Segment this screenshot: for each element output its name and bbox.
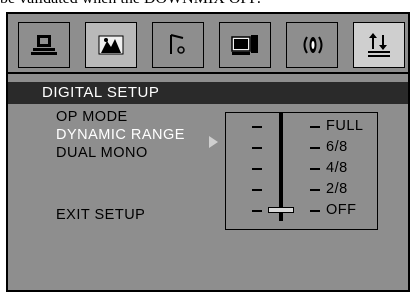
slider-knob[interactable] [268, 207, 294, 213]
level-marker [310, 210, 320, 212]
tab-digital-setup[interactable] [353, 22, 405, 68]
tab-speaker-setup[interactable] [286, 22, 338, 68]
speaker-setup-icon [303, 36, 323, 54]
audio-setup-icon [170, 34, 185, 54]
slider-tick [252, 210, 262, 212]
level-option-4-8[interactable]: 4/8 [326, 160, 348, 176]
slider-tick [252, 126, 262, 128]
video-setup-icon [98, 35, 124, 55]
level-marker [310, 126, 320, 128]
tab-general-setup[interactable] [18, 22, 70, 68]
tab-audio-setup[interactable] [152, 22, 204, 68]
tab-divider [8, 72, 408, 74]
slider-tick [252, 147, 262, 149]
level-marker [310, 147, 320, 149]
level-option-off[interactable]: OFF [326, 202, 357, 218]
level-option-6-8[interactable]: 6/8 [326, 139, 348, 155]
page-caption: be validated when the DOWNMIX OFF. [0, 0, 417, 8]
menu-item-exit-setup[interactable]: EXIT SETUP [56, 207, 145, 223]
tab-video-setup[interactable] [85, 22, 137, 68]
setup-tab-bar [18, 22, 405, 72]
general-setup-icon [31, 35, 57, 55]
menu-item-op-mode[interactable]: OP MODE [56, 109, 128, 125]
page-title: DIGITAL SETUP [8, 82, 408, 104]
slider-track[interactable] [279, 113, 283, 221]
dynamic-range-slider-panel: FULL 6/8 4/8 2/8 OFF [225, 112, 378, 230]
submenu-arrow-icon [209, 136, 218, 148]
menu-item-dynamic-range[interactable]: DYNAMIC RANGE [56, 127, 185, 143]
level-option-full[interactable]: FULL [326, 118, 363, 134]
level-marker [310, 189, 320, 191]
setup-screen: DIGITAL SETUP OP MODE DYNAMIC RANGE DUAL… [6, 12, 410, 292]
level-marker [310, 168, 320, 170]
slider-tick [252, 189, 262, 191]
digital-setup-icon [368, 33, 390, 57]
preference-setup-icon [231, 35, 258, 55]
slider-tick [252, 168, 262, 170]
tab-preference-setup[interactable] [219, 22, 271, 68]
level-option-2-8[interactable]: 2/8 [326, 181, 348, 197]
menu-item-dual-mono[interactable]: DUAL MONO [56, 145, 148, 161]
